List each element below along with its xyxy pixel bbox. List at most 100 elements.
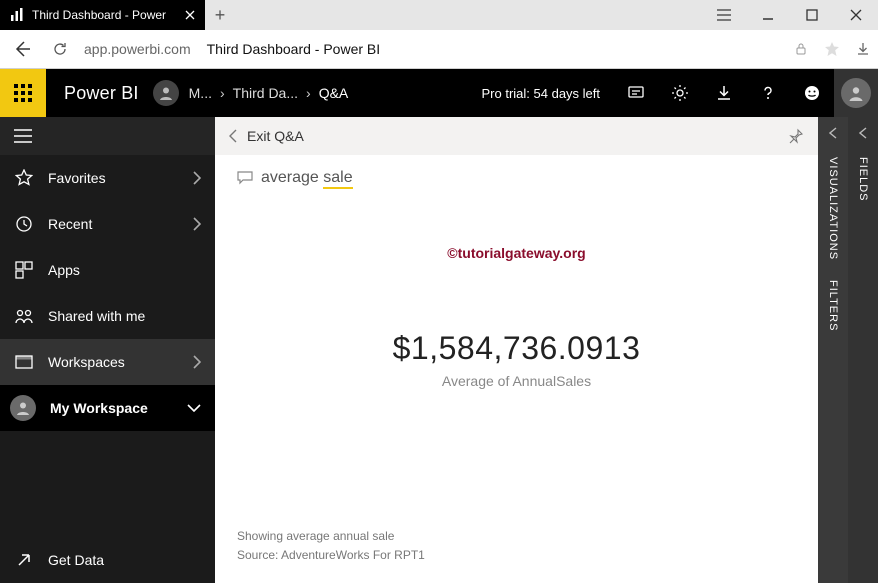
qna-result-card: $1,584,736.0913 Average of AnnualSales — [393, 330, 641, 389]
chevron-right-icon — [193, 355, 201, 369]
download-browser-icon[interactable] — [856, 42, 870, 56]
help-button[interactable] — [746, 69, 790, 117]
star-icon — [14, 169, 34, 187]
clock-icon — [14, 215, 34, 233]
smile-icon — [803, 84, 821, 102]
workspace: Favorites Recent Apps Shared with me Wor… — [0, 117, 878, 583]
powerbi-header: Power BI M... › Third Da... › Q&A Pro tr… — [0, 69, 878, 117]
chevron-right-icon: › — [220, 85, 225, 101]
header-icons — [614, 69, 834, 117]
browser-menu-icon[interactable] — [702, 0, 746, 30]
gear-icon — [671, 84, 689, 102]
breadcrumb-level3[interactable]: Q&A — [319, 85, 349, 101]
breadcrumb-avatar[interactable] — [153, 80, 179, 106]
chevron-right-icon — [193, 217, 201, 231]
result-label: Average of AnnualSales — [393, 373, 641, 389]
feedback-button[interactable] — [790, 69, 834, 117]
sidebar-item-apps[interactable]: Apps — [0, 247, 215, 293]
address-bar: app.powerbi.com Third Dashboard - Power … — [0, 30, 878, 68]
getdata-icon — [14, 552, 34, 568]
watermark-text: ©tutorialgateway.org — [447, 245, 585, 261]
sidebar-item-my-workspace[interactable]: My Workspace — [0, 385, 215, 431]
pin-button[interactable] — [788, 128, 804, 144]
sidebar-item-get-data[interactable]: Get Data — [0, 537, 215, 583]
rail-label: FIELDS — [857, 157, 869, 202]
chevron-left-icon — [829, 127, 837, 139]
pro-trial-status[interactable]: Pro trial: 54 days left — [468, 86, 615, 101]
tab-bar: Third Dashboard - Power + — [0, 0, 878, 30]
sidebar-item-label: Favorites — [48, 170, 106, 186]
rail-visualizations[interactable]: VISUALIZATIONS FILTERS — [818, 117, 848, 583]
url-page-title: Third Dashboard - Power BI — [207, 41, 381, 57]
refresh-button[interactable] — [46, 41, 74, 57]
qna-footer-info: Showing average annual sale Source: Adve… — [237, 527, 425, 565]
rail-label: VISUALIZATIONS — [827, 157, 839, 260]
sidebar-item-workspaces[interactable]: Workspaces — [0, 339, 215, 385]
app-launcher-button[interactable] — [0, 69, 46, 117]
breadcrumb-level2[interactable]: Third Da... — [233, 85, 298, 101]
address-bar-right — [794, 41, 870, 57]
share-icon — [14, 307, 34, 325]
tab-title: Third Dashboard - Power — [32, 8, 177, 22]
footer-line1: Showing average annual sale — [237, 527, 425, 546]
sidebar-item-recent[interactable]: Recent — [0, 201, 215, 247]
chat-icon — [627, 84, 645, 102]
rail-fields[interactable]: FIELDS — [848, 117, 878, 583]
close-tab-icon[interactable] — [185, 10, 195, 20]
chevron-right-icon: › — [306, 85, 311, 101]
sidebar-item-label: Workspaces — [48, 354, 125, 370]
apps-icon — [14, 261, 34, 279]
sidebar-item-shared[interactable]: Shared with me — [0, 293, 215, 339]
footer-line2: Source: AdventureWorks For RPT1 — [237, 546, 425, 565]
lock-icon — [794, 42, 808, 56]
result-value: $1,584,736.0913 — [393, 330, 641, 367]
sidebar-item-label: My Workspace — [50, 400, 148, 416]
browser-chrome: Third Dashboard - Power + app.powerbi.co… — [0, 0, 878, 69]
settings-button[interactable] — [658, 69, 702, 117]
breadcrumb-level1[interactable]: M... — [189, 85, 212, 101]
download-icon — [716, 85, 732, 101]
chevron-right-icon — [193, 171, 201, 185]
new-tab-button[interactable]: + — [205, 0, 235, 30]
waffle-icon — [14, 84, 32, 102]
user-menu[interactable] — [834, 69, 878, 117]
workspaces-icon — [14, 355, 34, 369]
breadcrumb: M... › Third Da... › Q&A — [153, 80, 349, 106]
sidebar-item-label: Apps — [48, 262, 80, 278]
exit-qna-link[interactable]: Exit Q&A — [247, 128, 304, 144]
content-area: Exit Q&A average sale ©tutorialgateway.o… — [215, 117, 818, 583]
qna-input[interactable]: average sale — [237, 169, 796, 187]
sidebar-item-label: Get Data — [48, 552, 104, 568]
window-close-button[interactable] — [834, 0, 878, 30]
chevron-left-icon[interactable] — [229, 129, 237, 143]
url-host[interactable]: app.powerbi.com — [84, 41, 191, 57]
person-icon — [158, 85, 174, 101]
chevron-down-icon — [187, 404, 201, 412]
qna-query-text: average sale — [261, 169, 353, 187]
left-nav: Favorites Recent Apps Shared with me Wor… — [0, 117, 215, 583]
window-minimize-button[interactable] — [746, 0, 790, 30]
brand-label[interactable]: Power BI — [46, 83, 153, 104]
help-icon — [759, 84, 777, 102]
notifications-button[interactable] — [614, 69, 658, 117]
speech-bubble-icon — [237, 171, 253, 185]
sidebar-item-label: Recent — [48, 216, 92, 232]
avatar-icon — [10, 395, 36, 421]
window-controls — [702, 0, 878, 30]
chevron-left-icon — [859, 127, 867, 139]
pin-icon — [788, 128, 804, 144]
browser-tab-active[interactable]: Third Dashboard - Power — [0, 0, 205, 30]
exit-qna-bar: Exit Q&A — [215, 117, 818, 155]
rail-label: FILTERS — [827, 280, 839, 331]
window-maximize-button[interactable] — [790, 0, 834, 30]
download-button[interactable] — [702, 69, 746, 117]
favorite-icon[interactable] — [824, 41, 840, 57]
sidebar-item-label: Shared with me — [48, 308, 145, 324]
hamburger-icon — [14, 129, 32, 143]
user-icon — [847, 84, 865, 102]
sidebar-item-favorites[interactable]: Favorites — [0, 155, 215, 201]
qna-area: average sale ©tutorialgateway.org $1,584… — [215, 155, 818, 583]
back-button[interactable] — [8, 40, 36, 58]
nav-collapse-button[interactable] — [0, 117, 215, 155]
powerbi-tab-icon — [10, 8, 24, 22]
